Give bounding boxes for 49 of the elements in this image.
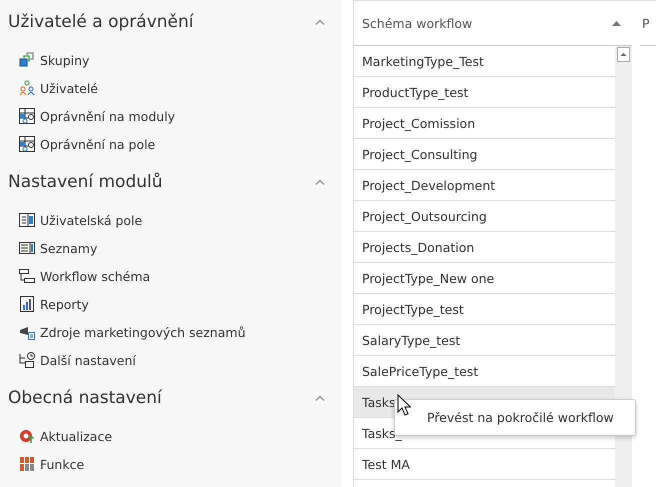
sidebar-link[interactable]: Skupiny: [40, 52, 90, 68]
table-cell[interactable]: Project_Development: [362, 178, 496, 192]
scrollbar[interactable]: [615, 46, 632, 487]
table-cell[interactable]: Projects_Donation: [362, 240, 474, 254]
sidebar-link[interactable]: Funkce: [40, 456, 84, 472]
list-icon: [19, 240, 35, 256]
table-cell[interactable]: Project_Outsourcing: [362, 208, 487, 224]
flow-icon: [19, 268, 35, 284]
table-cell[interactable]: Tasks: [362, 394, 396, 410]
table-cell[interactable]: Project_Consulting: [362, 146, 478, 162]
sidebar-link[interactable]: Uživatelé: [40, 80, 98, 96]
table-cell[interactable]: Project_Comission: [362, 116, 476, 130]
users-icon: [19, 80, 35, 96]
table-cell[interactable]: Test MA: [362, 456, 410, 472]
form-list-icon: [19, 212, 35, 228]
table-permission-icon: [19, 136, 35, 152]
settings-icon: [19, 352, 35, 368]
table-cell[interactable]: MarketingType_Test: [362, 54, 484, 68]
table-permission-icon: [19, 108, 35, 124]
sidebar-link[interactable]: Uživatelská pole: [40, 212, 142, 228]
chevron-up-icon[interactable]: [315, 395, 325, 401]
groups-icon: [19, 52, 35, 68]
menu-item[interactable]: Převést na pokročilé workflow: [427, 410, 614, 425]
table-cell[interactable]: ProjectType_New one: [362, 270, 494, 286]
table-cell[interactable]: SalePriceType_test: [362, 364, 478, 378]
section-title: Nastavení modulů: [8, 172, 163, 192]
column-header[interactable]: P: [640, 1, 656, 46]
table-cell[interactable]: SalaryType_test: [362, 332, 460, 348]
sidebar-link[interactable]: Další nastavení: [40, 352, 136, 368]
table-cell[interactable]: ProductType_test: [362, 84, 468, 100]
table-cell[interactable]: Tasks_: [362, 426, 402, 440]
sidebar-link[interactable]: Zdroje marketingových seznamů: [40, 324, 246, 340]
megaphone-icon: [19, 324, 35, 340]
bar-chart-icon: [19, 296, 35, 312]
sidebar-link[interactable]: Reporty: [40, 296, 89, 312]
section-title: Obecná nastavení: [8, 388, 162, 408]
sidebar-link[interactable]: Seznamy: [40, 240, 98, 256]
sidebar-link[interactable]: Oprávnění na moduly: [40, 108, 176, 124]
chevron-up-icon[interactable]: [315, 179, 325, 185]
chevron-up-icon[interactable]: [315, 19, 325, 25]
sidebar-link[interactable]: Oprávnění na pole: [40, 136, 156, 152]
section-title: Uživatelé a oprávnění: [8, 12, 194, 32]
scroll-up-icon[interactable]: [617, 47, 630, 62]
grid-icon: [19, 456, 35, 472]
sort-up-icon[interactable]: [612, 20, 621, 26]
update-icon: [19, 428, 35, 444]
sidebar-link[interactable]: Aktualizace: [40, 428, 112, 444]
sidebar-link[interactable]: Workflow schéma: [40, 268, 150, 284]
table-cell[interactable]: ProjectType_test: [362, 302, 464, 316]
